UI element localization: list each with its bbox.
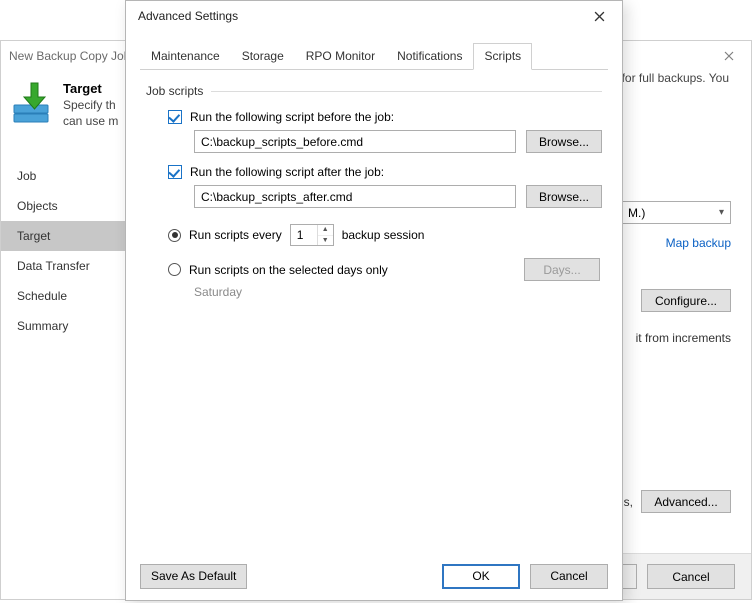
sidebar-item-schedule[interactable]: Schedule <box>1 281 138 311</box>
sidebar-item-summary[interactable]: Summary <box>1 311 138 341</box>
row-script-before-path: C:\backup_scripts_before.cmd Browse... <box>194 130 602 153</box>
browse-before-button[interactable]: Browse... <box>526 130 602 153</box>
outer-cancel-button[interactable]: Cancel <box>647 564 735 589</box>
row-script-after: Run the following script after the job: <box>168 165 602 179</box>
advanced-button[interactable]: Advanced... <box>641 490 731 513</box>
dialog-title: Advanced Settings <box>138 9 582 23</box>
tab-storage[interactable]: Storage <box>231 43 295 70</box>
label-run-every-suffix: backup session <box>342 228 425 242</box>
page-subtitle-b: can use m <box>63 114 118 128</box>
outer-header-text: Target Specify th can use m <box>63 81 118 128</box>
selected-days-note: Saturday <box>194 285 602 299</box>
label-script-before: Run the following script before the job: <box>190 110 394 124</box>
sidebar-item-objects[interactable]: Objects <box>1 191 138 221</box>
dialog-titlebar: Advanced Settings <box>126 1 622 31</box>
advanced-settings-dialog: Advanced Settings Maintenance Storage RP… <box>125 0 623 601</box>
label-script-after: Run the following script after the job: <box>190 165 384 179</box>
spinner-sessions[interactable]: 1 ▲ ▼ <box>290 224 334 246</box>
spinner-arrows: ▲ ▼ <box>317 225 333 245</box>
input-script-after-value: C:\backup_scripts_after.cmd <box>201 190 352 204</box>
input-script-before-value: C:\backup_scripts_before.cmd <box>201 135 363 149</box>
row-selected-days: Run scripts on the selected days only Da… <box>168 258 602 281</box>
ok-button[interactable]: OK <box>442 564 520 589</box>
tab-scripts[interactable]: Scripts <box>473 43 532 70</box>
outer-left-column: Target Specify th can use m Job Objects … <box>1 71 138 599</box>
tab-notifications[interactable]: Notifications <box>386 43 473 70</box>
radio-selected-days[interactable] <box>168 263 181 276</box>
spinner-sessions-value: 1 <box>291 225 317 245</box>
input-script-after[interactable]: C:\backup_scripts_after.cmd <box>194 185 516 208</box>
page-subtitle-a: Specify th <box>63 98 118 112</box>
page-subtitle-right: for full backups. You <box>622 71 729 85</box>
wizard-nav: Job Objects Target Data Transfer Schedul… <box>1 161 138 341</box>
fieldset-job-scripts: Job scripts <box>146 84 602 98</box>
scripts-pane: Job scripts Run the following script bef… <box>140 70 608 303</box>
row-run-every: Run scripts every 1 ▲ ▼ backup session <box>168 224 602 246</box>
cancel-button[interactable]: Cancel <box>530 564 608 589</box>
chevron-down-icon[interactable]: ▼ <box>318 236 333 246</box>
days-button[interactable]: Days... <box>524 258 600 281</box>
map-backup-link[interactable]: Map backup <box>666 236 731 250</box>
sidebar-item-target[interactable]: Target <box>1 221 138 251</box>
checkbox-before[interactable] <box>168 110 182 124</box>
tab-rpo-monitor[interactable]: RPO Monitor <box>295 43 386 70</box>
repository-select-value: M.) <box>628 206 645 220</box>
tab-maintenance[interactable]: Maintenance <box>140 43 231 70</box>
repository-select[interactable]: M.) ▾ <box>621 201 731 224</box>
row-script-before: Run the following script before the job: <box>168 110 602 124</box>
chevron-up-icon[interactable]: ▲ <box>318 225 333 236</box>
save-as-default-button[interactable]: Save As Default <box>140 564 247 589</box>
label-run-every-prefix: Run scripts every <box>189 228 282 242</box>
configure-button[interactable]: Configure... <box>641 289 731 312</box>
dialog-body: Maintenance Storage RPO Monitor Notifica… <box>126 31 622 558</box>
close-icon[interactable] <box>715 46 743 66</box>
sidebar-item-data-transfer[interactable]: Data Transfer <box>1 251 138 281</box>
chevron-down-icon: ▾ <box>719 207 724 218</box>
target-arrow-icon <box>11 81 53 123</box>
fieldset-label-text: Job scripts <box>146 84 203 98</box>
tab-bar: Maintenance Storage RPO Monitor Notifica… <box>140 43 608 70</box>
radio-run-every[interactable] <box>168 229 181 242</box>
dialog-close-button[interactable] <box>582 5 616 27</box>
fieldset-rule <box>211 91 602 92</box>
page-title: Target <box>63 81 118 96</box>
increments-text: it from increments <box>636 331 731 345</box>
row-script-after-path: C:\backup_scripts_after.cmd Browse... <box>194 185 602 208</box>
input-script-before[interactable]: C:\backup_scripts_before.cmd <box>194 130 516 153</box>
dialog-footer: Save As Default OK Cancel <box>126 558 622 600</box>
sidebar-item-job[interactable]: Job <box>1 161 138 191</box>
checkbox-after[interactable] <box>168 165 182 179</box>
browse-after-button[interactable]: Browse... <box>526 185 602 208</box>
label-selected-days: Run scripts on the selected days only <box>189 263 388 277</box>
